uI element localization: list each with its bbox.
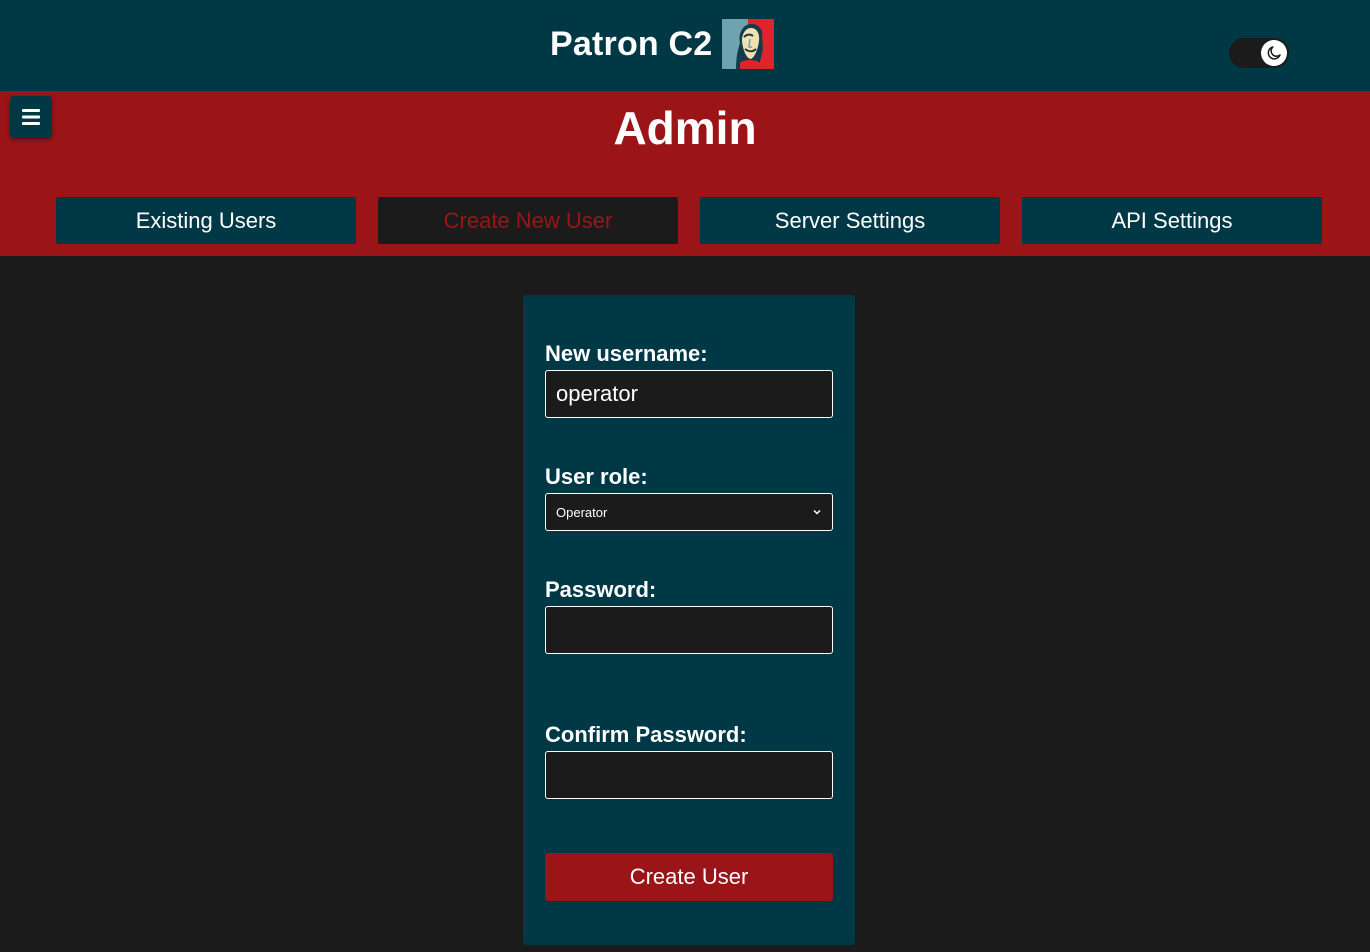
role-select-value: Operator bbox=[556, 504, 608, 520]
username-input[interactable]: operator bbox=[545, 370, 833, 418]
tab-server-settings[interactable]: Server Settings bbox=[700, 197, 1000, 244]
portrait-logo-icon bbox=[722, 19, 775, 69]
username-label: New username: bbox=[545, 341, 708, 366]
create-user-form: New username: operator User role: Operat… bbox=[523, 295, 855, 945]
create-user-button[interactable]: Create User bbox=[545, 853, 833, 901]
top-navbar: Patron C2 bbox=[0, 0, 1370, 91]
theme-toggle-knob bbox=[1261, 40, 1287, 66]
confirm-password-label: Confirm Password: bbox=[545, 722, 747, 747]
password-input[interactable] bbox=[545, 606, 833, 654]
confirm-password-input[interactable] bbox=[545, 751, 833, 799]
role-select[interactable]: Operator bbox=[545, 493, 833, 531]
password-label: Password: bbox=[545, 577, 657, 602]
role-label: User role: bbox=[545, 464, 648, 489]
admin-header: Admin Existing Users Create New User Ser… bbox=[0, 91, 1370, 256]
app-title: Patron C2 bbox=[550, 24, 713, 63]
page-title: Admin bbox=[613, 102, 757, 154]
tab-api-settings[interactable]: API Settings bbox=[1022, 197, 1322, 244]
tab-existing-users[interactable]: Existing Users bbox=[56, 197, 356, 244]
moon-icon bbox=[1267, 46, 1281, 60]
brand[interactable]: Patron C2 bbox=[550, 19, 775, 69]
theme-toggle[interactable] bbox=[1229, 38, 1289, 68]
tab-create-new-user[interactable]: Create New User bbox=[378, 197, 678, 244]
chevron-down-icon bbox=[813, 509, 821, 515]
